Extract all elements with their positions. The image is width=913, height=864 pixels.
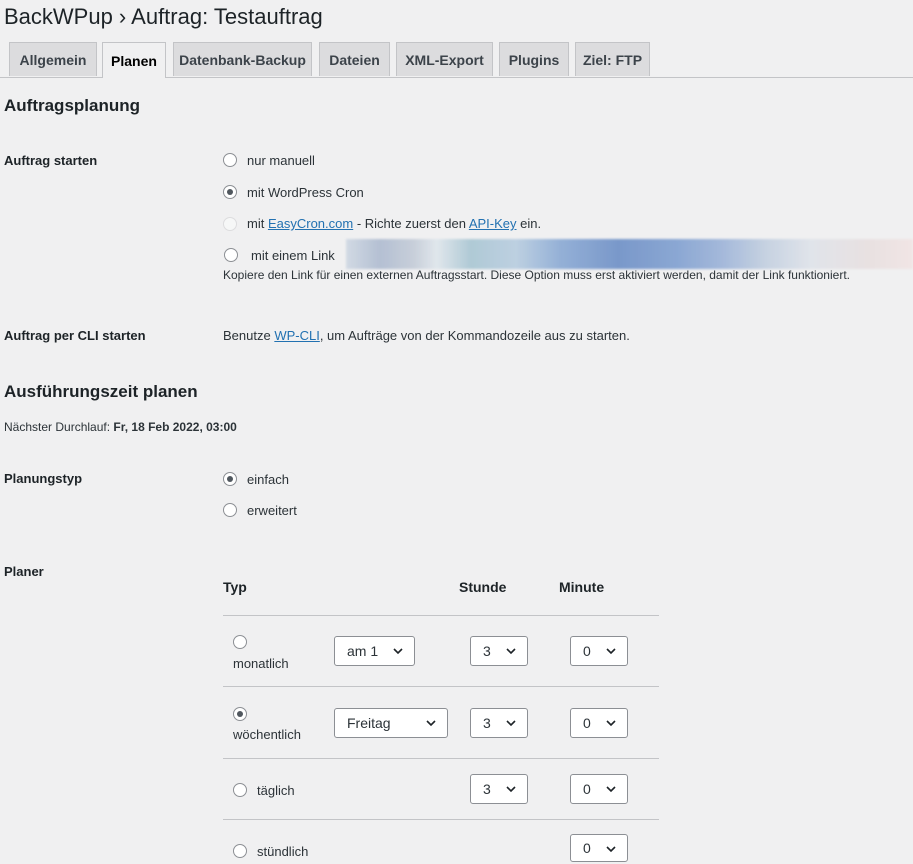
select-weekly-hour-value: 3 [483, 715, 491, 731]
select-monthly-minute-value: 0 [583, 643, 591, 659]
select-weekly-hour[interactable]: 3 [470, 708, 528, 738]
label-cli: Auftrag per CLI starten [4, 328, 146, 343]
row-weekly-label: wöchentlich [233, 727, 301, 742]
select-hourly-minute[interactable]: 0 [570, 834, 628, 862]
label-planungstyp: Planungstyp [4, 471, 83, 486]
radio-weekly[interactable] [233, 707, 247, 721]
section-title-auftragsplanung: Auftragsplanung [4, 96, 140, 115]
chevron-down-icon [506, 786, 516, 793]
chevron-down-icon [606, 786, 616, 793]
select-weekly-day[interactable]: Freitag [334, 708, 448, 738]
radio-manual-label: nur manuell [247, 153, 315, 168]
select-monthly-hour-value: 3 [483, 643, 491, 659]
radio-type-simple[interactable] [223, 472, 237, 486]
chevron-down-icon [426, 720, 436, 727]
easycron-prefix: mit [247, 216, 268, 231]
radio-easycron-label: mit EasyCron.com - Richte zuerst den API… [247, 216, 541, 231]
select-weekly-day-value: Freitag [347, 715, 391, 731]
chevron-down-icon [506, 720, 516, 727]
chevron-down-icon [606, 648, 616, 655]
radio-link-label: mit einem Link [251, 248, 335, 263]
row-monthly-label: monatlich [233, 656, 289, 671]
select-hourly-minute-value: 0 [583, 840, 591, 856]
radio-easycron [223, 217, 237, 231]
wp-cli-link[interactable]: WP-CLI [274, 328, 320, 343]
tab-plugins[interactable]: Plugins [499, 42, 569, 76]
tab-datenbank-backup[interactable]: Datenbank-Backup [173, 42, 312, 76]
select-daily-hour[interactable]: 3 [470, 774, 528, 804]
cli-suffix: , um Aufträge von der Kommandozeile aus … [319, 328, 630, 343]
select-weekly-minute[interactable]: 0 [570, 708, 628, 738]
row-divider [223, 686, 659, 687]
easycron-suffix: ein. [516, 216, 542, 231]
cli-prefix: Benutze [223, 328, 275, 343]
chevron-down-icon [606, 846, 616, 853]
next-run-label: Nächster Durchlauf: [4, 420, 114, 434]
row-daily-label: täglich [257, 783, 295, 798]
row-divider [223, 758, 659, 759]
radio-wp-cron[interactable] [223, 185, 237, 199]
select-daily-minute[interactable]: 0 [570, 774, 628, 804]
easycron-middle: - Richte zuerst den [353, 216, 469, 231]
chevron-down-icon [606, 720, 616, 727]
row-hourly-label: stündlich [257, 844, 309, 859]
select-monthly-day-value: am 1 [347, 643, 379, 659]
cli-description: Benutze WP-CLI, um Aufträge von der Komm… [223, 328, 630, 343]
section-title-ausfuehrungszeit: Ausführungszeit planen [4, 382, 198, 401]
tab-ziel-ftp[interactable]: Ziel: FTP [575, 42, 650, 76]
label-planer: Planer [4, 564, 44, 579]
radio-link[interactable] [224, 248, 238, 262]
radio-monthly[interactable] [233, 635, 247, 649]
radio-wp-cron-label: mit WordPress Cron [247, 185, 364, 200]
job-link-url-redacted[interactable] [346, 239, 913, 269]
row-divider [223, 819, 659, 820]
column-header-hour: Stunde [459, 579, 507, 595]
link-description: Kopiere den Link für einen externen Auft… [223, 268, 850, 282]
column-header-minute: Minute [559, 579, 605, 595]
select-monthly-minute[interactable]: 0 [570, 636, 628, 666]
easycron-link[interactable]: EasyCron.com [268, 216, 353, 231]
radio-type-simple-label: einfach [247, 472, 289, 487]
select-daily-hour-value: 3 [483, 781, 491, 797]
column-header-type: Typ [223, 579, 247, 595]
radio-type-advanced[interactable] [223, 503, 237, 517]
tab-allgemein[interactable]: Allgemein [9, 42, 97, 76]
select-weekly-minute-value: 0 [583, 715, 591, 731]
radio-type-advanced-label: erweitert [247, 503, 297, 518]
tab-dateien[interactable]: Dateien [319, 42, 390, 76]
tab-xml-export[interactable]: XML-Export [396, 42, 493, 76]
radio-hourly[interactable] [233, 844, 247, 858]
select-daily-minute-value: 0 [583, 781, 591, 797]
table-divider [223, 615, 659, 616]
next-run: Nächster Durchlauf: Fr, 18 Feb 2022, 03:… [4, 420, 237, 434]
select-monthly-hour[interactable]: 3 [470, 636, 528, 666]
chevron-down-icon [506, 648, 516, 655]
select-monthly-day[interactable]: am 1 [334, 636, 415, 666]
next-run-value: Fr, 18 Feb 2022, 03:00 [113, 420, 237, 434]
page-title: BackWPup › Auftrag: Testauftrag [4, 4, 323, 29]
chevron-down-icon [393, 648, 403, 655]
tab-planen[interactable]: Planen [102, 42, 166, 78]
label-auftrag-starten: Auftrag starten [4, 153, 98, 168]
radio-manual[interactable] [223, 153, 237, 167]
api-key-link[interactable]: API-Key [469, 216, 517, 231]
radio-daily[interactable] [233, 783, 247, 797]
